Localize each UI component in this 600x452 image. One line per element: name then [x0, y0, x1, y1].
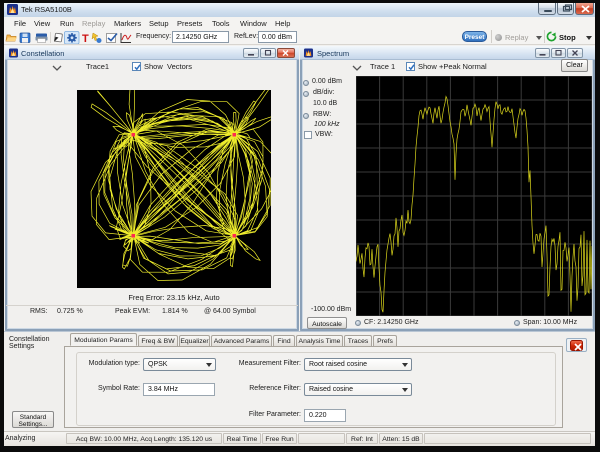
- svg-text:T: T: [82, 33, 89, 44]
